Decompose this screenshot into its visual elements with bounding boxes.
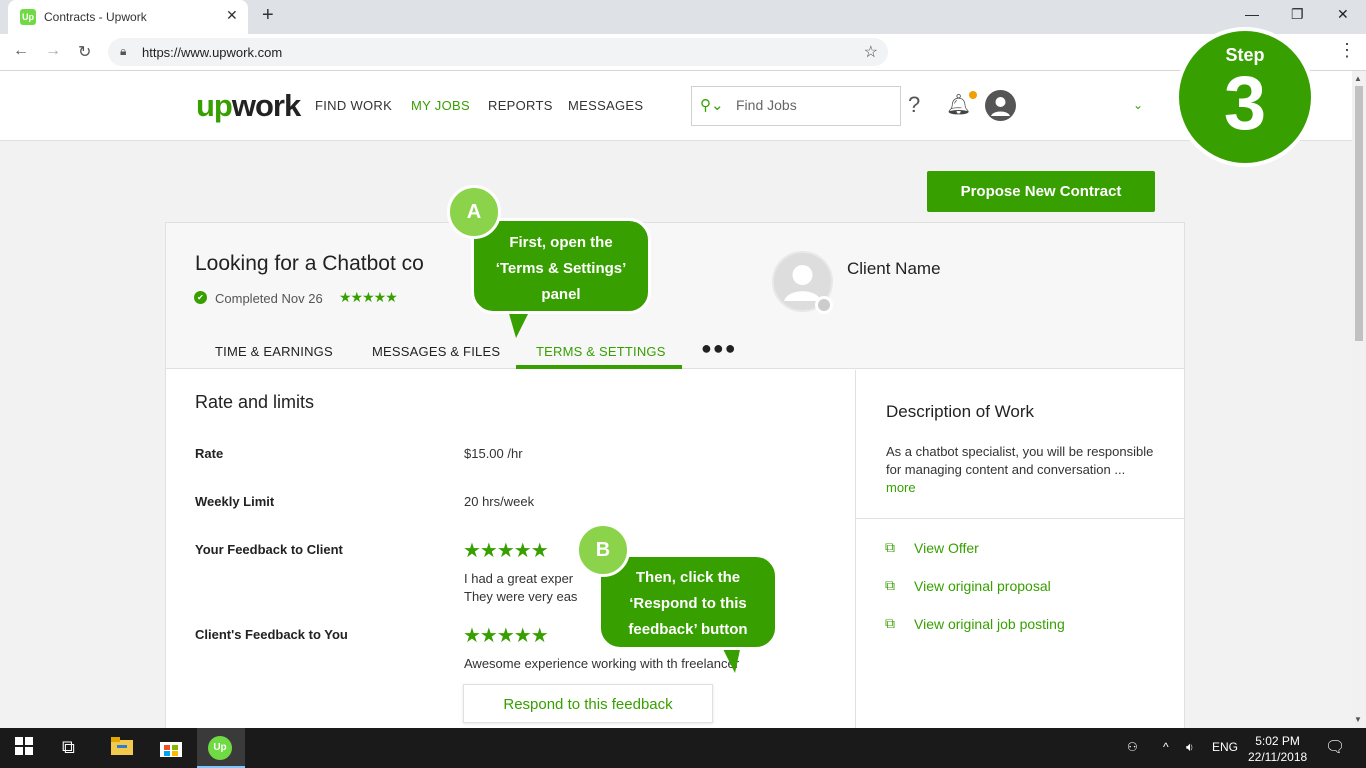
nav-reports[interactable]: REPORTS bbox=[488, 98, 553, 113]
view-offer-link[interactable]: View Offer bbox=[914, 540, 979, 556]
action-center-icon[interactable]: 🗨︎ bbox=[1325, 737, 1345, 757]
rate-label: Rate bbox=[195, 446, 224, 461]
notification-bell-icon[interactable]: 🔔︎ bbox=[946, 92, 971, 117]
system-clock[interactable]: 5:02 PM 22/11/2018 bbox=[1248, 733, 1307, 765]
tab-terms-settings[interactable]: TERMS & SETTINGS bbox=[536, 344, 666, 359]
file-explorer-icon[interactable] bbox=[111, 737, 133, 760]
view-proposal-link[interactable]: View original proposal bbox=[914, 578, 1051, 594]
scrollbar-thumb[interactable] bbox=[1355, 86, 1363, 341]
address-bar[interactable]: 🔒︎ https://www.upwork.com ☆ bbox=[108, 38, 888, 66]
your-feedback-text-line2: They were very eas bbox=[464, 589, 578, 604]
callout-a-line1: First, open the bbox=[509, 234, 613, 251]
browser-menu-icon[interactable]: ⋮ bbox=[1338, 40, 1356, 61]
tab-time-earnings[interactable]: TIME & EARNINGS bbox=[215, 344, 333, 359]
your-feedback-text-line1: I had a great exper bbox=[464, 571, 574, 586]
your-feedback-label: Your Feedback to Client bbox=[195, 542, 343, 557]
client-feedback-label: Client's Feedback to You bbox=[195, 627, 348, 642]
forward-icon[interactable]: → bbox=[45, 42, 61, 60]
callout-a-pointer bbox=[508, 310, 530, 338]
close-tab-icon[interactable]: ✕ bbox=[226, 7, 238, 24]
language-indicator[interactable]: ENG bbox=[1212, 740, 1238, 754]
rating-stars: ★★★★★ bbox=[339, 289, 398, 305]
client-name: Client Name bbox=[847, 259, 941, 278]
weekly-limit-label: Weekly Limit bbox=[195, 494, 275, 509]
contract-title: Looking for a Chatbot co bbox=[195, 252, 424, 275]
more-link[interactable]: more bbox=[886, 480, 916, 495]
client-feedback-text: Awesome experience working with th freel… bbox=[464, 656, 740, 671]
respond-to-feedback-button[interactable]: Respond to this feedback bbox=[463, 684, 713, 723]
upwork-taskbar-app[interactable]: Up bbox=[197, 728, 245, 768]
check-circle-icon: ✔ bbox=[194, 291, 207, 304]
lock-icon: 🔒︎ bbox=[120, 44, 127, 58]
back-icon[interactable]: ← bbox=[13, 42, 29, 60]
browser-tab[interactable]: Up Contracts - Upwork ✕ bbox=[8, 0, 248, 34]
client-status-dot bbox=[815, 296, 833, 314]
notification-dot bbox=[969, 91, 977, 99]
windows-start-icon[interactable] bbox=[15, 737, 33, 760]
people-icon[interactable]: ⚇ bbox=[1127, 740, 1138, 754]
minimize-icon[interactable]: — bbox=[1245, 6, 1259, 22]
help-icon[interactable]: ? bbox=[908, 92, 920, 118]
search-input[interactable] bbox=[736, 97, 886, 113]
task-view-icon[interactable]: ⧉ bbox=[62, 737, 75, 758]
volume-icon[interactable]: 🔉︎ bbox=[1186, 740, 1194, 755]
your-feedback-stars: ★★★★★ bbox=[463, 540, 549, 562]
logo-up: up bbox=[196, 88, 233, 123]
propose-new-contract-button[interactable]: Propose New Contract bbox=[927, 171, 1155, 212]
description-heading: Description of Work bbox=[886, 402, 1035, 421]
window-close-icon[interactable]: ✕ bbox=[1337, 6, 1349, 23]
view-job-posting-link[interactable]: View original job posting bbox=[914, 616, 1065, 632]
bookmark-star-icon[interactable]: ☆ bbox=[864, 42, 878, 62]
nav-messages[interactable]: MESSAGES bbox=[568, 98, 643, 113]
tab-messages-files[interactable]: MESSAGES & FILES bbox=[372, 344, 500, 359]
callout-a-bubble: First, open the ‘Terms & Settings’ panel bbox=[471, 218, 651, 314]
search-box[interactable]: ⚲⌄ bbox=[691, 86, 901, 126]
step-number: 3 bbox=[1223, 61, 1267, 146]
active-tab-indicator bbox=[516, 365, 682, 369]
more-options-icon[interactable]: ●●● bbox=[701, 338, 737, 359]
external-link-icon: ⧉ bbox=[885, 615, 895, 631]
external-link-icon: ⧉ bbox=[885, 577, 895, 593]
store-icon[interactable] bbox=[160, 737, 182, 762]
callout-a-line3: panel bbox=[541, 286, 581, 303]
nav-find-work[interactable]: FIND WORK bbox=[315, 98, 392, 113]
column-divider bbox=[855, 370, 856, 732]
tray-chevron-icon[interactable]: ^ bbox=[1163, 740, 1169, 754]
clock-date: 22/11/2018 bbox=[1248, 750, 1308, 764]
new-tab-icon[interactable]: + bbox=[262, 4, 274, 27]
callout-b-badge: B bbox=[576, 523, 630, 577]
clock-time: 5:02 PM bbox=[1255, 734, 1300, 748]
rate-value: $15.00 /hr bbox=[464, 446, 523, 461]
client-feedback-stars: ★★★★★ bbox=[463, 625, 549, 647]
callout-b-bubble: Then, click the ‘Respond to this feedbac… bbox=[598, 554, 778, 650]
description-text: As a chatbot specialist, you will be res… bbox=[886, 443, 1156, 497]
rate-limits-heading: Rate and limits bbox=[195, 392, 315, 412]
step-badge: Step 3 bbox=[1175, 27, 1315, 167]
description-separator bbox=[856, 518, 1184, 519]
upwork-logo[interactable]: upwork bbox=[196, 88, 301, 124]
scroll-down-icon[interactable]: ▼ bbox=[1354, 715, 1362, 724]
restore-icon[interactable]: ❐ bbox=[1291, 6, 1304, 23]
weekly-limit-value: 20 hrs/week bbox=[464, 494, 535, 509]
scroll-up-icon[interactable]: ▲ bbox=[1354, 74, 1362, 83]
description-body: As a chatbot specialist, you will be res… bbox=[886, 444, 1154, 477]
contract-status: Completed Nov 26 bbox=[215, 291, 323, 306]
tab-title: Contracts - Upwork bbox=[44, 10, 147, 24]
callout-b-line1: Then, click the bbox=[635, 569, 741, 586]
reload-icon[interactable]: ↻ bbox=[78, 42, 91, 62]
upwork-app-icon: Up bbox=[208, 736, 232, 760]
callout-b-line2: ‘Respond to this bbox=[629, 595, 747, 612]
logo-work: work bbox=[231, 88, 301, 123]
chevron-down-icon[interactable]: ⌄ bbox=[1133, 98, 1143, 112]
nav-my-jobs[interactable]: MY JOBS bbox=[411, 98, 470, 113]
url-text: https://www.upwork.com bbox=[142, 45, 283, 60]
callout-b-line3: feedback’ button bbox=[628, 621, 748, 638]
search-icon[interactable]: ⚲⌄ bbox=[700, 96, 724, 114]
external-link-icon: ⧉ bbox=[885, 539, 895, 555]
callout-a-badge: A bbox=[447, 185, 501, 239]
user-avatar-icon[interactable] bbox=[985, 90, 1016, 121]
upwork-favicon: Up bbox=[20, 9, 36, 25]
callout-a-line2: ‘Terms & Settings’ bbox=[495, 260, 627, 277]
